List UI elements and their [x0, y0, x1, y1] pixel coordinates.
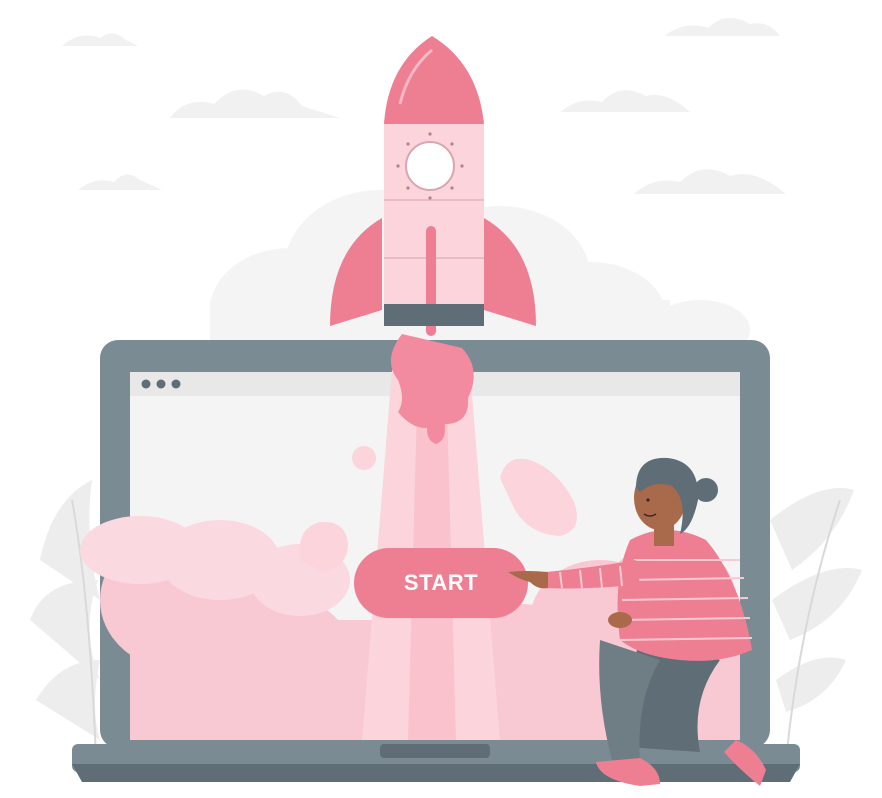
- illustration-stage: START: [0, 0, 882, 798]
- window-dots-icon: [141, 379, 181, 389]
- rocket-icon: [330, 36, 536, 336]
- start-button[interactable]: START: [354, 548, 528, 618]
- launch-illustration: [30, 17, 862, 782]
- start-button-label: START: [403, 570, 479, 595]
